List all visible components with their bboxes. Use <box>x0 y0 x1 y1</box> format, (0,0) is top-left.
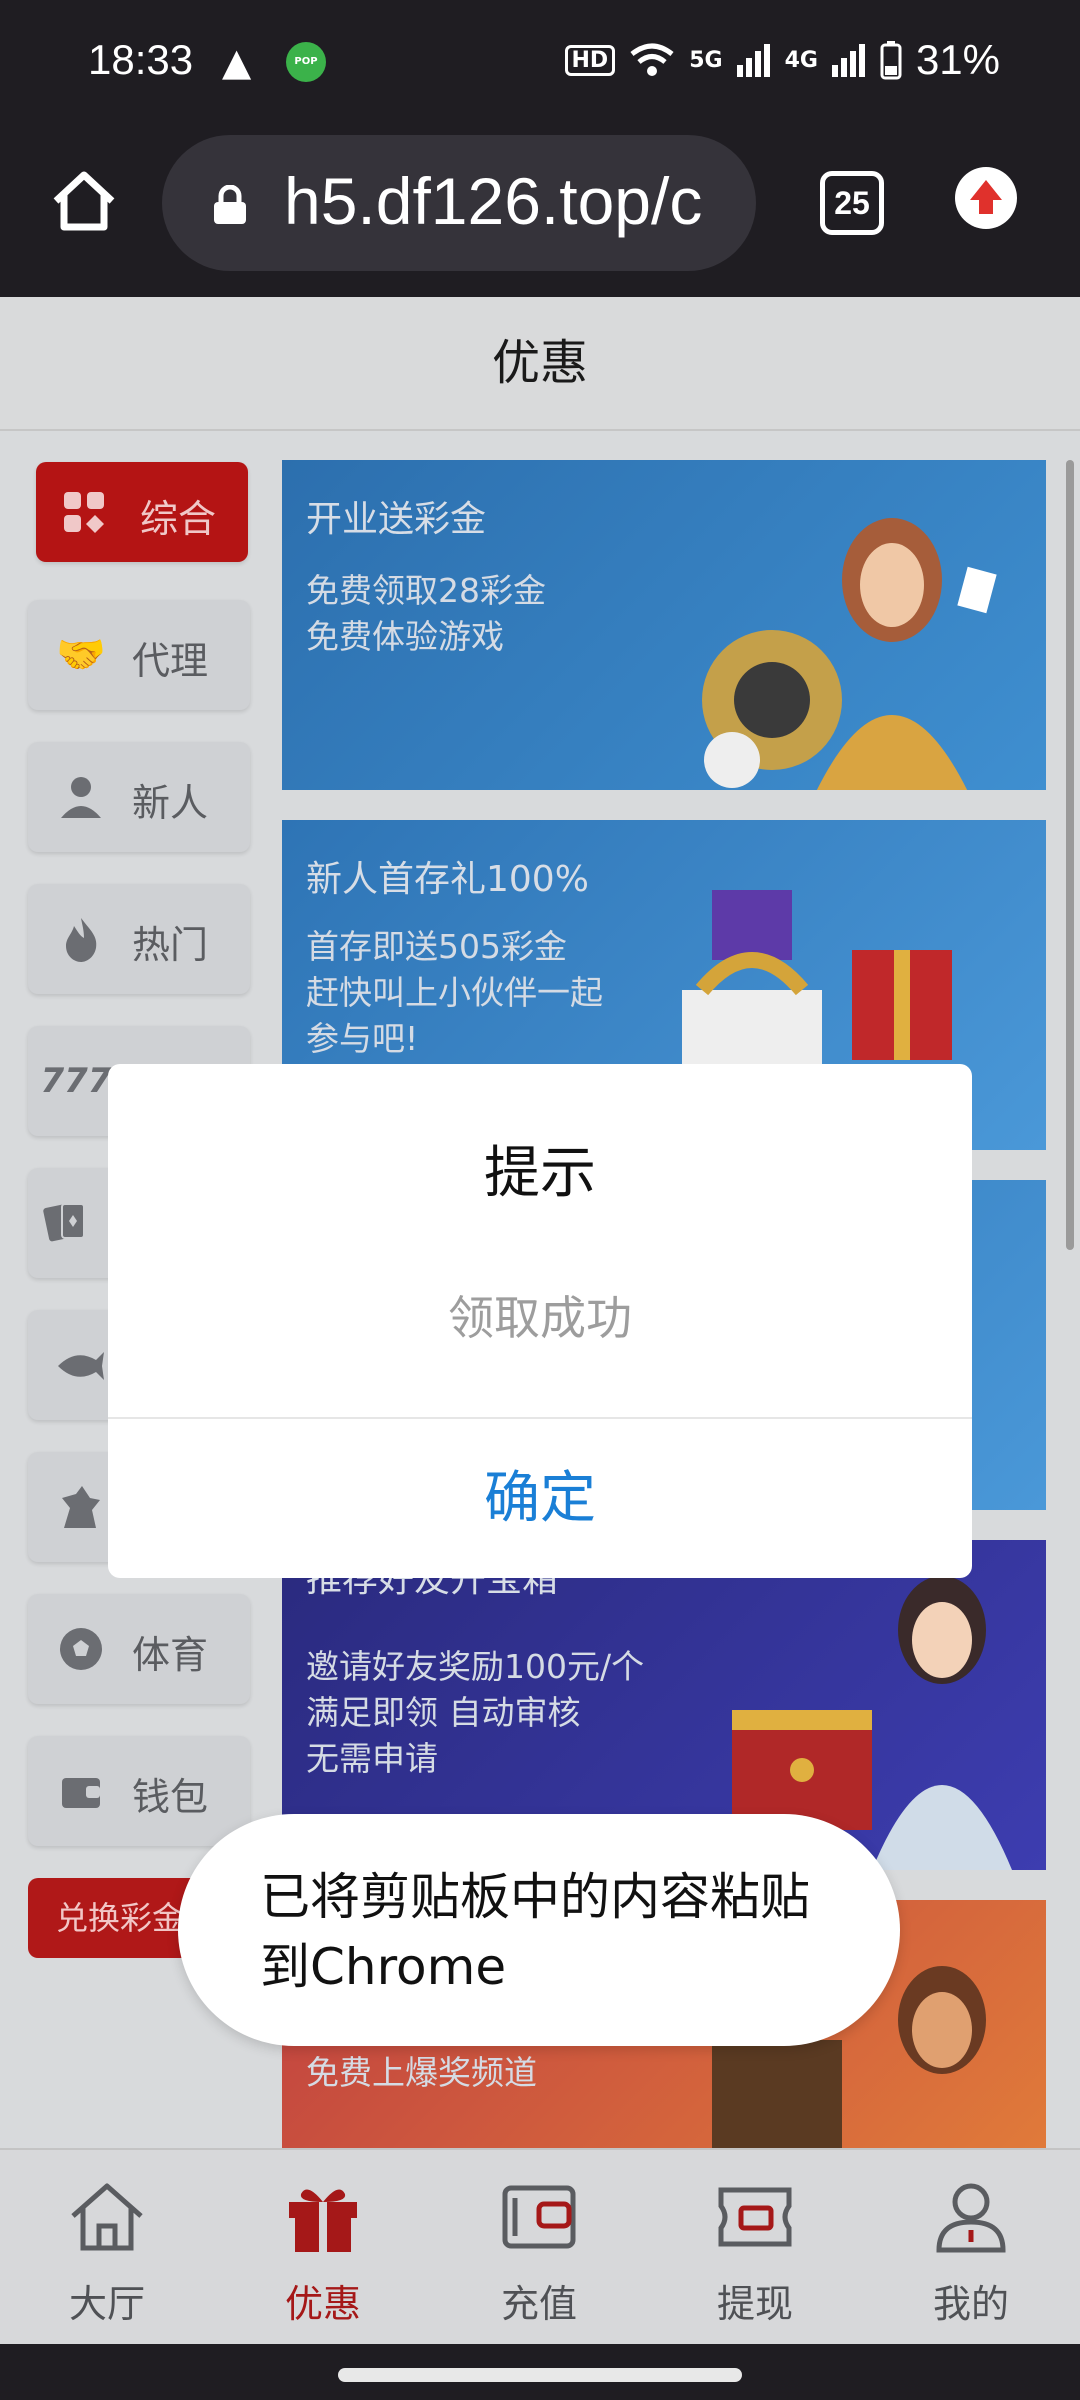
sidebar-item-wallet[interactable]: 钱包 <box>28 1736 250 1846</box>
nav-deposit[interactable]: 充值 <box>464 2180 614 2328</box>
dialog-message: 领取成功 <box>448 1291 632 1345</box>
update-icon[interactable] <box>955 167 1017 229</box>
nav-label: 优惠 <box>284 2282 361 2326</box>
nav-label: 我的 <box>932 2282 1009 2326</box>
nav-label: 大厅 <box>68 2282 145 2326</box>
sidebar-item-newbie[interactable]: 新人 <box>28 742 250 852</box>
banner-line: 首存即送505彩金 <box>306 927 567 966</box>
gesture-handle[interactable] <box>338 2368 742 2382</box>
confirm-button[interactable]: 确定 <box>108 1419 972 1578</box>
nav-label: 提现 <box>716 2282 793 2326</box>
browser-toolbar: h5.df126.top/c 25 <box>0 125 1080 297</box>
clipboard-toast: 已将剪贴板中的内容粘贴到Chrome <box>178 1814 900 2046</box>
banner-line: 免费体验游戏 <box>306 617 504 656</box>
wifi-icon <box>630 43 674 76</box>
battery-percent: 31% <box>915 36 1000 83</box>
sidebar-item-all[interactable]: 综合 <box>36 462 248 562</box>
tab-switcher-button[interactable]: 25 <box>820 171 884 235</box>
bottom-navigation: 大厅 优惠 充值 提现 我的 <box>0 2148 1080 2346</box>
status-time: 18:33 <box>88 36 194 83</box>
sidebar-item-label: 热门 <box>132 923 209 967</box>
banner-line: 邀请好友奖励100元/个 <box>306 1647 645 1686</box>
home-icon[interactable] <box>48 165 120 237</box>
dialog-title: 提示 <box>484 1141 596 1206</box>
flame-icon <box>66 918 97 962</box>
nav-profile[interactable]: 我的 <box>896 2180 1046 2328</box>
signal-icon <box>831 44 865 77</box>
sidebar-item-label: 综合 <box>140 497 217 541</box>
grid-icon <box>64 492 104 533</box>
person-icon <box>61 777 101 818</box>
dragon-icon <box>62 1486 100 1528</box>
nav-label: 充值 <box>500 2282 577 2326</box>
banner-line: 免费上爆奖频道 <box>306 2053 537 2092</box>
sidebar-item-label: 新人 <box>132 781 209 825</box>
promo-banner-opening[interactable]: 开业送彩金 免费领取28彩金 免费体验游戏 <box>282 460 1046 790</box>
banner-line: 参与吧! <box>306 1019 419 1058</box>
soccer-icon <box>60 1628 102 1670</box>
wallet-icon <box>502 2185 576 2249</box>
sidebar-item-label: 钱包 <box>132 1775 209 1819</box>
gift-icon <box>289 2189 357 2252</box>
banner-line: 赶快叫上小伙伴一起 <box>306 973 603 1012</box>
sidebar-item-hot[interactable]: 热门 <box>28 884 250 994</box>
url-text: h5.df126.top/c <box>284 164 703 238</box>
url-bar[interactable]: h5.df126.top/c <box>162 135 756 271</box>
cash-icon <box>718 2187 792 2247</box>
status-icons: HD 5G 4G 31% <box>564 36 1000 84</box>
page-title: 优惠 <box>0 297 1080 431</box>
nav-lobby[interactable]: 大厅 <box>32 2180 182 2328</box>
nav-promotions[interactable]: 优惠 <box>248 2180 398 2328</box>
cards-icon <box>43 1203 85 1242</box>
scrollbar[interactable] <box>1066 460 1074 1250</box>
casino-girl-illustration <box>702 518 997 790</box>
alert-dialog: 提示 领取成功 确定 <box>108 1064 972 1578</box>
pop-notification-icon: POP <box>286 42 326 82</box>
toast-message: 已将剪贴板中的内容粘贴到Chrome <box>260 1868 810 1996</box>
warning-icon: ▲ <box>222 40 252 84</box>
nav-withdraw[interactable]: 提现 <box>680 2180 830 2328</box>
sidebar-item-label: 体育 <box>132 1633 209 1677</box>
banner-line: 免费领取28彩金 <box>306 571 546 610</box>
signal-5g-label: 5G <box>689 47 723 73</box>
banner-line: 无需申请 <box>306 1739 438 1778</box>
signal-icon <box>736 44 770 77</box>
slot-777-icon: 777 <box>40 1061 112 1101</box>
sidebar-item-agent[interactable]: 🤝 代理 <box>28 600 250 710</box>
banner-title: 开业送彩金 <box>306 499 487 540</box>
sidebar-item-sports[interactable]: 体育 <box>28 1594 250 1704</box>
signal-4g-label: 4G <box>784 47 818 73</box>
wallet-icon <box>62 1778 100 1808</box>
fish-icon <box>58 1352 104 1380</box>
user-icon <box>936 2183 1006 2253</box>
banner-line: 满足即领 自动审核 <box>306 1693 581 1732</box>
sidebar-item-label: 代理 <box>132 639 209 683</box>
banner-title: 新人首存礼100% <box>306 859 589 900</box>
hd-voice-icon: HD <box>564 44 616 76</box>
home-icon <box>71 2183 143 2251</box>
status-bar: 18:33 ▲ POP HD 5G 4G 31% <box>0 0 1080 125</box>
lock-icon <box>214 185 246 224</box>
handshake-icon: 🤝 <box>56 632 106 678</box>
battery-icon <box>880 41 902 80</box>
